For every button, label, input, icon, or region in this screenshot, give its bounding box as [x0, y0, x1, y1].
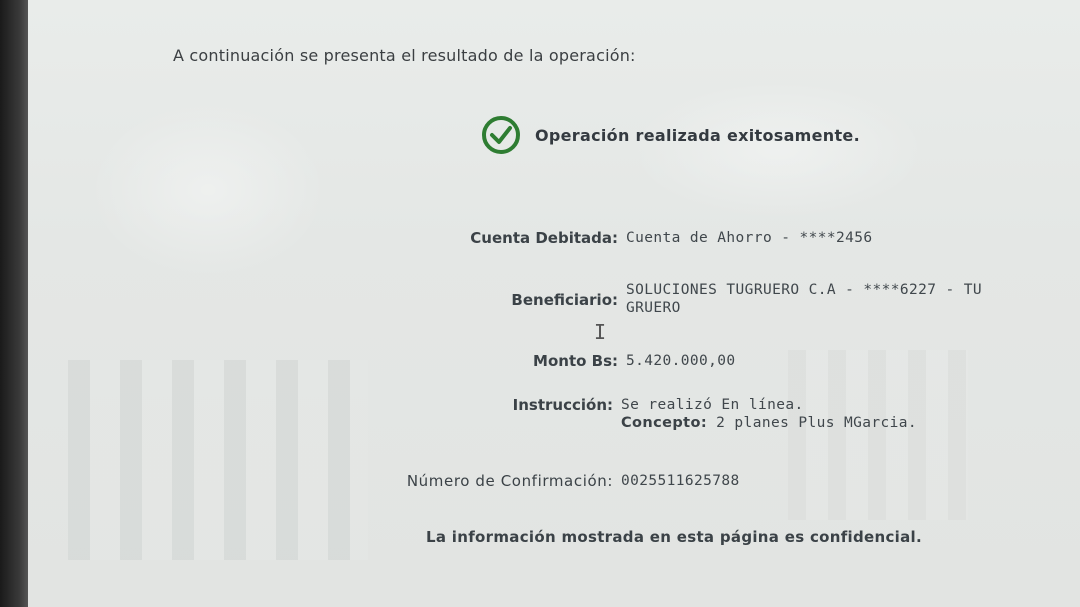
detail-row-instruccion: Instrucción: Se realizó En línea. Concep…: [373, 396, 917, 432]
detail-row-cuenta-debitada: Cuenta Debitada: Cuenta de Ahorro - ****…: [378, 229, 873, 247]
confidential-notice: La información mostrada en esta página e…: [426, 528, 922, 546]
detail-row-confirmacion: Número de Confirmación: 0025511625788: [373, 472, 740, 490]
concepto-value: 2 planes Plus MGarcia.: [716, 415, 918, 431]
instruccion-value: Se realizó En línea.: [621, 397, 804, 413]
concepto-label: Concepto:: [621, 415, 708, 431]
cuenta-debitada-value: Cuenta de Ahorro - ****2456: [626, 230, 873, 246]
instruccion-value-block: Se realizó En línea. Concepto: 2 planes …: [621, 396, 917, 432]
beneficiario-label: Beneficiario:: [511, 291, 618, 309]
reflection: [88, 100, 328, 280]
monto-label: Monto Bs:: [533, 352, 618, 370]
monitor-bezel: [0, 0, 28, 607]
beneficiario-value: SOLUCIONES TUGRUERO C.A - ****6227 - TU …: [626, 282, 983, 316]
reflection: [68, 360, 368, 560]
detail-row-monto: Monto Bs: 5.420.000,00: [378, 352, 736, 370]
screen: A continuación se presenta el resultado …: [28, 0, 1080, 607]
success-banner: Operación realizada exitosamente.: [481, 115, 860, 155]
confirmacion-value: 0025511625788: [621, 473, 740, 489]
instruccion-label: Instrucción:: [512, 396, 613, 414]
monto-value: 5.420.000,00: [626, 353, 736, 369]
check-circle-icon: [482, 116, 520, 154]
intro-text: A continuación se presenta el resultado …: [173, 46, 636, 65]
reflection: [788, 350, 968, 520]
cuenta-debitada-label: Cuenta Debitada:: [470, 229, 618, 247]
detail-row-beneficiario: Beneficiario: SOLUCIONES TUGRUERO C.A - …: [378, 281, 1036, 317]
confirmacion-label: Número de Confirmación:: [406, 472, 613, 490]
success-message: Operación realizada exitosamente.: [535, 125, 860, 145]
text-cursor-icon: I: [594, 320, 607, 344]
